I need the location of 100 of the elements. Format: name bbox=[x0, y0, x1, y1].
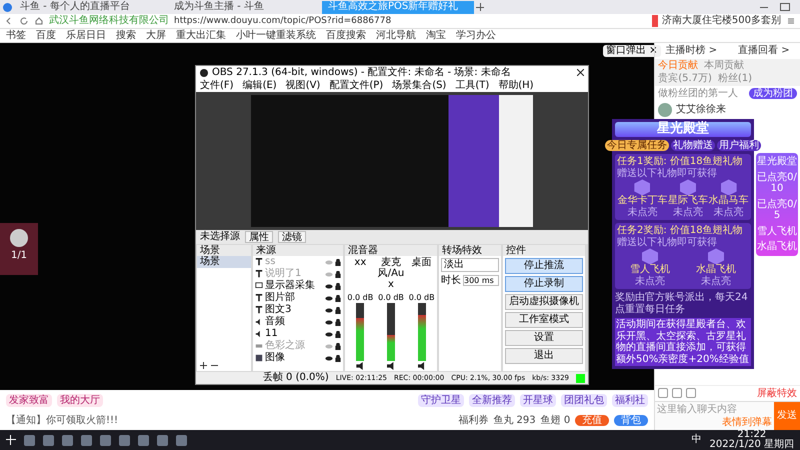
bookmark-link[interactable]: 百度搜索 bbox=[326, 30, 366, 42]
lock-icon[interactable] bbox=[335, 294, 341, 302]
taskbar-app-icon[interactable] bbox=[157, 434, 168, 446]
gift-badge[interactable]: 开星球 bbox=[520, 394, 556, 408]
task-hint: 赠送以下礼物即可获得 bbox=[617, 236, 718, 248]
lock-icon[interactable] bbox=[335, 330, 341, 338]
speaker-icon[interactable] bbox=[356, 362, 364, 370]
menu-item[interactable]: 配置文件(P) bbox=[329, 80, 384, 92]
backpack-button[interactable]: 背包 bbox=[614, 414, 648, 426]
speaker-icon[interactable] bbox=[387, 362, 395, 370]
coupon-link[interactable]: 福利券 bbox=[458, 414, 488, 426]
transition-select[interactable]: 淡出 bbox=[441, 258, 499, 272]
gift-badge[interactable]: 全新推荐 bbox=[469, 394, 516, 408]
menu-item[interactable]: 视图(V) bbox=[286, 80, 320, 92]
source-name[interactable]: 图像 bbox=[265, 352, 323, 364]
source-name[interactable]: 图文3 bbox=[265, 304, 323, 316]
bookmark-link[interactable]: 百度 bbox=[36, 30, 56, 42]
bookmark-link[interactable]: 重大出汇集 bbox=[176, 30, 226, 42]
block-effects-toggle[interactable]: 屏蔽特效 bbox=[757, 388, 797, 399]
home-icon[interactable] bbox=[34, 16, 44, 26]
browser-logo-icon bbox=[3, 2, 12, 12]
gift-badge[interactable]: 守护卫星 bbox=[418, 394, 464, 408]
menu-item[interactable]: 编辑(E) bbox=[242, 80, 277, 92]
properties-button[interactable]: 属性 bbox=[245, 231, 273, 243]
taskbar-app-icon[interactable] bbox=[43, 434, 54, 446]
control-button[interactable]: 停止推流 bbox=[505, 258, 583, 274]
task-title: 任务1奖励: 价值18鱼翅礼物 bbox=[617, 156, 744, 168]
promo-tab[interactable]: 用户福利 bbox=[717, 140, 761, 152]
menu-item[interactable]: 帮助(H) bbox=[498, 80, 534, 92]
input-method-indicator[interactable]: 中 bbox=[692, 434, 702, 446]
visibility-eye-icon[interactable] bbox=[325, 356, 333, 360]
bookmark-link[interactable]: 搜索 bbox=[116, 30, 136, 42]
taskbar-app-icon[interactable] bbox=[62, 434, 73, 446]
new-tab-icon[interactable] bbox=[476, 3, 484, 11]
window-title: OBS 27.1.3 (64-bit, windows) - 配置文件: 未命名 - 场景: 未命名 bbox=[212, 66, 511, 78]
menu-icon[interactable] bbox=[786, 16, 796, 26]
taskbar-app-icon[interactable] bbox=[24, 434, 35, 446]
gift-name: 水晶马车 bbox=[708, 195, 749, 206]
lock-icon[interactable] bbox=[335, 342, 341, 350]
promo-tab[interactable]: 礼物赠送 bbox=[671, 140, 715, 152]
lock-icon[interactable] bbox=[335, 282, 341, 290]
bookmark-link[interactable]: 大屏 bbox=[146, 30, 166, 42]
source-name[interactable]: 11 bbox=[265, 328, 323, 340]
address-field[interactable]: https://www.douyu.com/topic/POS?rid=6886778 bbox=[174, 16, 392, 26]
speaker-icon[interactable] bbox=[418, 362, 426, 370]
refresh-icon[interactable] bbox=[19, 16, 29, 26]
monitor-icon bbox=[255, 282, 263, 290]
ranking-link[interactable]: 主播时榜 > bbox=[666, 45, 718, 56]
taskbar-app-icon[interactable] bbox=[81, 434, 92, 446]
visibility-eye-icon[interactable] bbox=[325, 332, 333, 336]
menu-item[interactable]: 场景集合(S) bbox=[392, 80, 446, 92]
channel-reading: 0.0 dB bbox=[378, 293, 404, 302]
control-button[interactable]: 停止录制 bbox=[505, 276, 583, 292]
visibility-eye-icon[interactable] bbox=[325, 296, 333, 300]
control-button[interactable]: 设置 bbox=[505, 330, 583, 346]
close-icon[interactable] bbox=[577, 69, 584, 76]
progress-text: 已点亮0/5 bbox=[757, 198, 797, 222]
menu-item[interactable]: 文件(F) bbox=[200, 80, 234, 92]
gift-badge[interactable]: 发家致富 bbox=[6, 394, 52, 408]
join-fan-button[interactable]: 成为粉团 bbox=[749, 88, 797, 99]
visibility-eye-icon[interactable] bbox=[325, 308, 333, 312]
gift-badge[interactable]: 福利社 bbox=[612, 394, 648, 408]
bookmark-link[interactable]: 学习办公 bbox=[456, 30, 496, 42]
lock-icon[interactable] bbox=[335, 258, 341, 266]
browser-tab[interactable]: 斗鱼 - 每个人的直播平台 bbox=[14, 1, 166, 14]
gift-badge[interactable]: 我的大厅 bbox=[57, 394, 103, 408]
properties-button[interactable]: 滤镜 bbox=[278, 231, 306, 243]
menu-item[interactable]: 工具(T) bbox=[455, 80, 490, 92]
taskbar-app-icon[interactable] bbox=[100, 434, 111, 446]
taskbar-app-icon[interactable] bbox=[138, 434, 149, 446]
bookmark-link[interactable]: 乐居日日 bbox=[66, 30, 106, 42]
volume-meter bbox=[418, 303, 426, 361]
add-icon[interactable] bbox=[200, 362, 207, 369]
lock-icon[interactable] bbox=[335, 306, 341, 314]
visibility-eye-icon[interactable] bbox=[325, 320, 333, 324]
scene-item[interactable]: 场景 bbox=[197, 256, 251, 268]
source-name[interactable]: 音频 bbox=[265, 316, 323, 328]
source-name[interactable]: 显示器采集 bbox=[265, 280, 323, 292]
gift-badge[interactable]: 团团礼包 bbox=[561, 394, 608, 408]
lock-icon[interactable] bbox=[335, 318, 341, 326]
maximize-icon[interactable] bbox=[780, 3, 790, 11]
browser-search-field[interactable]: 济南大厦住宅楼500多套别 bbox=[652, 15, 781, 27]
source-name[interactable]: 图片部 bbox=[265, 292, 323, 304]
bookmark-link[interactable]: 小叶一键重装系统 bbox=[236, 30, 316, 42]
bookmark-link[interactable]: 河北导航 bbox=[376, 30, 416, 42]
lock-icon[interactable] bbox=[335, 270, 341, 278]
remove-icon[interactable] bbox=[211, 362, 218, 369]
bookmark-link[interactable]: 书签 bbox=[6, 30, 26, 42]
bookmark-link[interactable]: 淘宝 bbox=[426, 30, 446, 42]
promo-tab[interactable]: 今日专属任务 bbox=[605, 140, 669, 152]
visibility-eye-icon[interactable] bbox=[325, 284, 333, 288]
taskbar-app-icon[interactable] bbox=[176, 434, 187, 446]
control-button[interactable]: 工作室模式 bbox=[505, 312, 583, 328]
lock-icon[interactable] bbox=[335, 354, 341, 362]
ranking-link[interactable]: 直播回看 > bbox=[738, 45, 790, 56]
control-button[interactable]: 退出 bbox=[505, 348, 583, 364]
control-button[interactable]: 启动虚拟摄像机 bbox=[505, 294, 583, 310]
taskbar-app-icon[interactable] bbox=[119, 434, 130, 446]
duration-field[interactable]: 300 ms bbox=[463, 274, 499, 286]
minimize-icon[interactable] bbox=[760, 6, 768, 8]
